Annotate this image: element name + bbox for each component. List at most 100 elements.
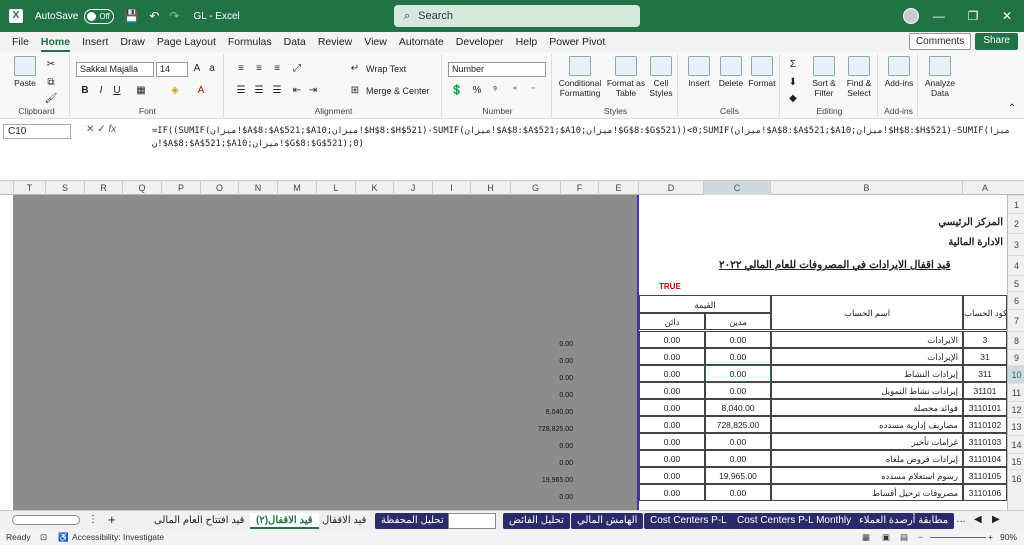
row-header-5[interactable]: 5: [1008, 275, 1024, 291]
increase-decimal-icon[interactable]: ⁺: [508, 84, 522, 98]
debit-cell[interactable]: 728,825.00: [705, 416, 771, 433]
debit-cell[interactable]: 8,040.00: [705, 399, 771, 416]
menu-insert[interactable]: Insert: [82, 36, 108, 48]
zoom-in-icon[interactable]: +: [988, 530, 993, 545]
account-code-cell[interactable]: 3110106: [963, 484, 1007, 501]
align-top-icon[interactable]: ≡: [234, 62, 248, 76]
debit-cell[interactable]: 0.00: [705, 433, 771, 450]
row-header-2[interactable]: 2: [1008, 213, 1024, 233]
account-avatar[interactable]: [903, 8, 919, 24]
account-name-cell[interactable]: غرامات تأخير: [771, 433, 963, 450]
sort-filter-button[interactable]: Sort & Filter: [808, 56, 840, 98]
grow-font-icon[interactable]: A: [190, 62, 204, 76]
menu-file[interactable]: File: [12, 36, 29, 48]
credit-header[interactable]: دائن: [639, 313, 705, 330]
italic-icon[interactable]: I: [94, 84, 108, 98]
credit-cell[interactable]: 0.00: [639, 348, 705, 365]
account-code-cell[interactable]: 311: [963, 365, 1007, 382]
more-tabs-icon[interactable]: ⋮: [88, 514, 98, 525]
row-header-3[interactable]: 3: [1008, 233, 1024, 255]
debit-cell[interactable]: 19,965.00: [705, 467, 771, 484]
debit-cell[interactable]: 0.00: [705, 365, 771, 382]
account-code-cell[interactable]: 3110105: [963, 467, 1007, 484]
credit-cell[interactable]: 0.00: [639, 433, 705, 450]
menu-power-pivot[interactable]: Power Pivot: [549, 36, 605, 48]
credit-cell[interactable]: 0.00: [639, 484, 705, 501]
column-header-i[interactable]: I: [432, 181, 470, 195]
font-name-combo[interactable]: Sakkal Majalla: [76, 62, 154, 77]
underline-icon[interactable]: U: [110, 84, 124, 98]
debit-header[interactable]: مدين: [705, 313, 771, 330]
close-icon[interactable]: ✕: [990, 0, 1024, 32]
account-code-cell[interactable]: 3110102: [963, 416, 1007, 433]
column-header-b[interactable]: B: [770, 181, 962, 195]
orientation-icon[interactable]: ⤢: [290, 62, 304, 76]
menu-developer[interactable]: Developer: [456, 36, 504, 48]
row-header-13[interactable]: 13: [1008, 417, 1024, 435]
insert-cells-button[interactable]: Insert: [684, 56, 714, 88]
cell-styles-button[interactable]: Cell Styles: [646, 56, 676, 98]
column-header-a[interactable]: A: [962, 181, 1007, 195]
borders-icon[interactable]: ▦: [134, 84, 148, 98]
column-header-k[interactable]: K: [355, 181, 393, 195]
search-box[interactable]: ⌕ Search: [394, 5, 640, 27]
tab-surplus-analysis[interactable]: تحليل الفائض: [503, 513, 570, 529]
menu-home[interactable]: Home: [40, 36, 71, 52]
zoom-level[interactable]: 90%: [1000, 530, 1017, 545]
menu-view[interactable]: View: [364, 36, 387, 48]
row-header-6[interactable]: 6: [1008, 291, 1024, 309]
restore-icon[interactable]: ❐: [956, 0, 990, 32]
align-right-icon[interactable]: ☰: [270, 84, 284, 98]
value-header[interactable]: القيمة: [639, 295, 771, 313]
increase-indent-icon[interactable]: ⇥: [306, 84, 320, 98]
tab-opening-entry[interactable]: قيد افتتاح العام المالى: [148, 513, 250, 529]
column-header-t[interactable]: T: [13, 181, 45, 195]
account-name-cell[interactable]: مصاريف إدارية مسدده: [771, 416, 963, 433]
column-header-h[interactable]: H: [470, 181, 510, 195]
bold-icon[interactable]: B: [78, 84, 92, 98]
credit-cell[interactable]: 0.00: [639, 399, 705, 416]
column-header-s[interactable]: S: [45, 181, 84, 195]
account-name-cell[interactable]: رسوم استعلام مسدده: [771, 467, 963, 484]
account-name-cell[interactable]: إيرادات نشاط التمويل: [771, 382, 963, 399]
flag-cell[interactable]: TRUE: [659, 279, 681, 295]
column-header-m[interactable]: M: [277, 181, 316, 195]
credit-cell[interactable]: 0.00: [639, 467, 705, 484]
tabs-more-icon[interactable]: …: [956, 514, 966, 525]
font-size-combo[interactable]: 14: [156, 62, 188, 77]
menu-help[interactable]: Help: [516, 36, 538, 48]
format-painter-icon[interactable]: 🖌: [44, 92, 58, 106]
decrease-indent-icon[interactable]: ⇤: [290, 84, 304, 98]
accessibility-status[interactable]: Accessibility: Investigate: [72, 530, 164, 545]
tab-financial-margin[interactable]: الهامش المالي: [571, 513, 644, 529]
debit-cell[interactable]: 0.00: [705, 331, 771, 348]
account-name-cell[interactable]: الإيرادات: [771, 348, 963, 365]
account-name-cell[interactable]: مصروفات ترحيل أقساط: [771, 484, 963, 501]
account-code-cell[interactable]: 3: [963, 331, 1007, 348]
row-header-11[interactable]: 11: [1008, 383, 1024, 401]
credit-cell[interactable]: 0.00: [639, 416, 705, 433]
column-header-p[interactable]: P: [161, 181, 200, 195]
account-name-cell[interactable]: إيرادات فروض ملغاه: [771, 450, 963, 467]
column-header-q[interactable]: Q: [122, 181, 161, 195]
format-table-button[interactable]: Format as Table: [606, 56, 646, 98]
tabs-scroll-right-icon[interactable]: ▶: [992, 514, 1000, 525]
account-code-cell[interactable]: 31101: [963, 382, 1007, 399]
tab-blank[interactable]: [448, 513, 496, 529]
row-header-15[interactable]: 15: [1008, 453, 1024, 469]
conditional-formatting-button[interactable]: Conditional Formatting: [556, 56, 604, 98]
number-format-combo[interactable]: Number: [448, 62, 546, 77]
tab-cost-centers-pl-monthly[interactable]: Cost Centers P-L Monthly: [731, 513, 858, 529]
wrap-text-button[interactable]: Wrap Text: [366, 64, 406, 74]
addins-button[interactable]: Add-ins: [882, 56, 916, 88]
share-button[interactable]: Share: [975, 33, 1018, 50]
clear-icon[interactable]: ◆: [786, 92, 800, 106]
menu-data[interactable]: Data: [284, 36, 306, 48]
zoom-out-icon[interactable]: −: [918, 530, 923, 545]
row-header-8[interactable]: 8: [1008, 331, 1024, 349]
shrink-font-icon[interactable]: a: [205, 62, 219, 76]
copy-icon[interactable]: ⧉: [44, 76, 58, 90]
row-header-9[interactable]: 9: [1008, 349, 1024, 365]
formula-input[interactable]: =IF((SUMIF(ميزان!$A$8:$A$521;$A10;ميزان!…: [152, 125, 1018, 151]
paste-button[interactable]: Paste: [8, 56, 42, 88]
